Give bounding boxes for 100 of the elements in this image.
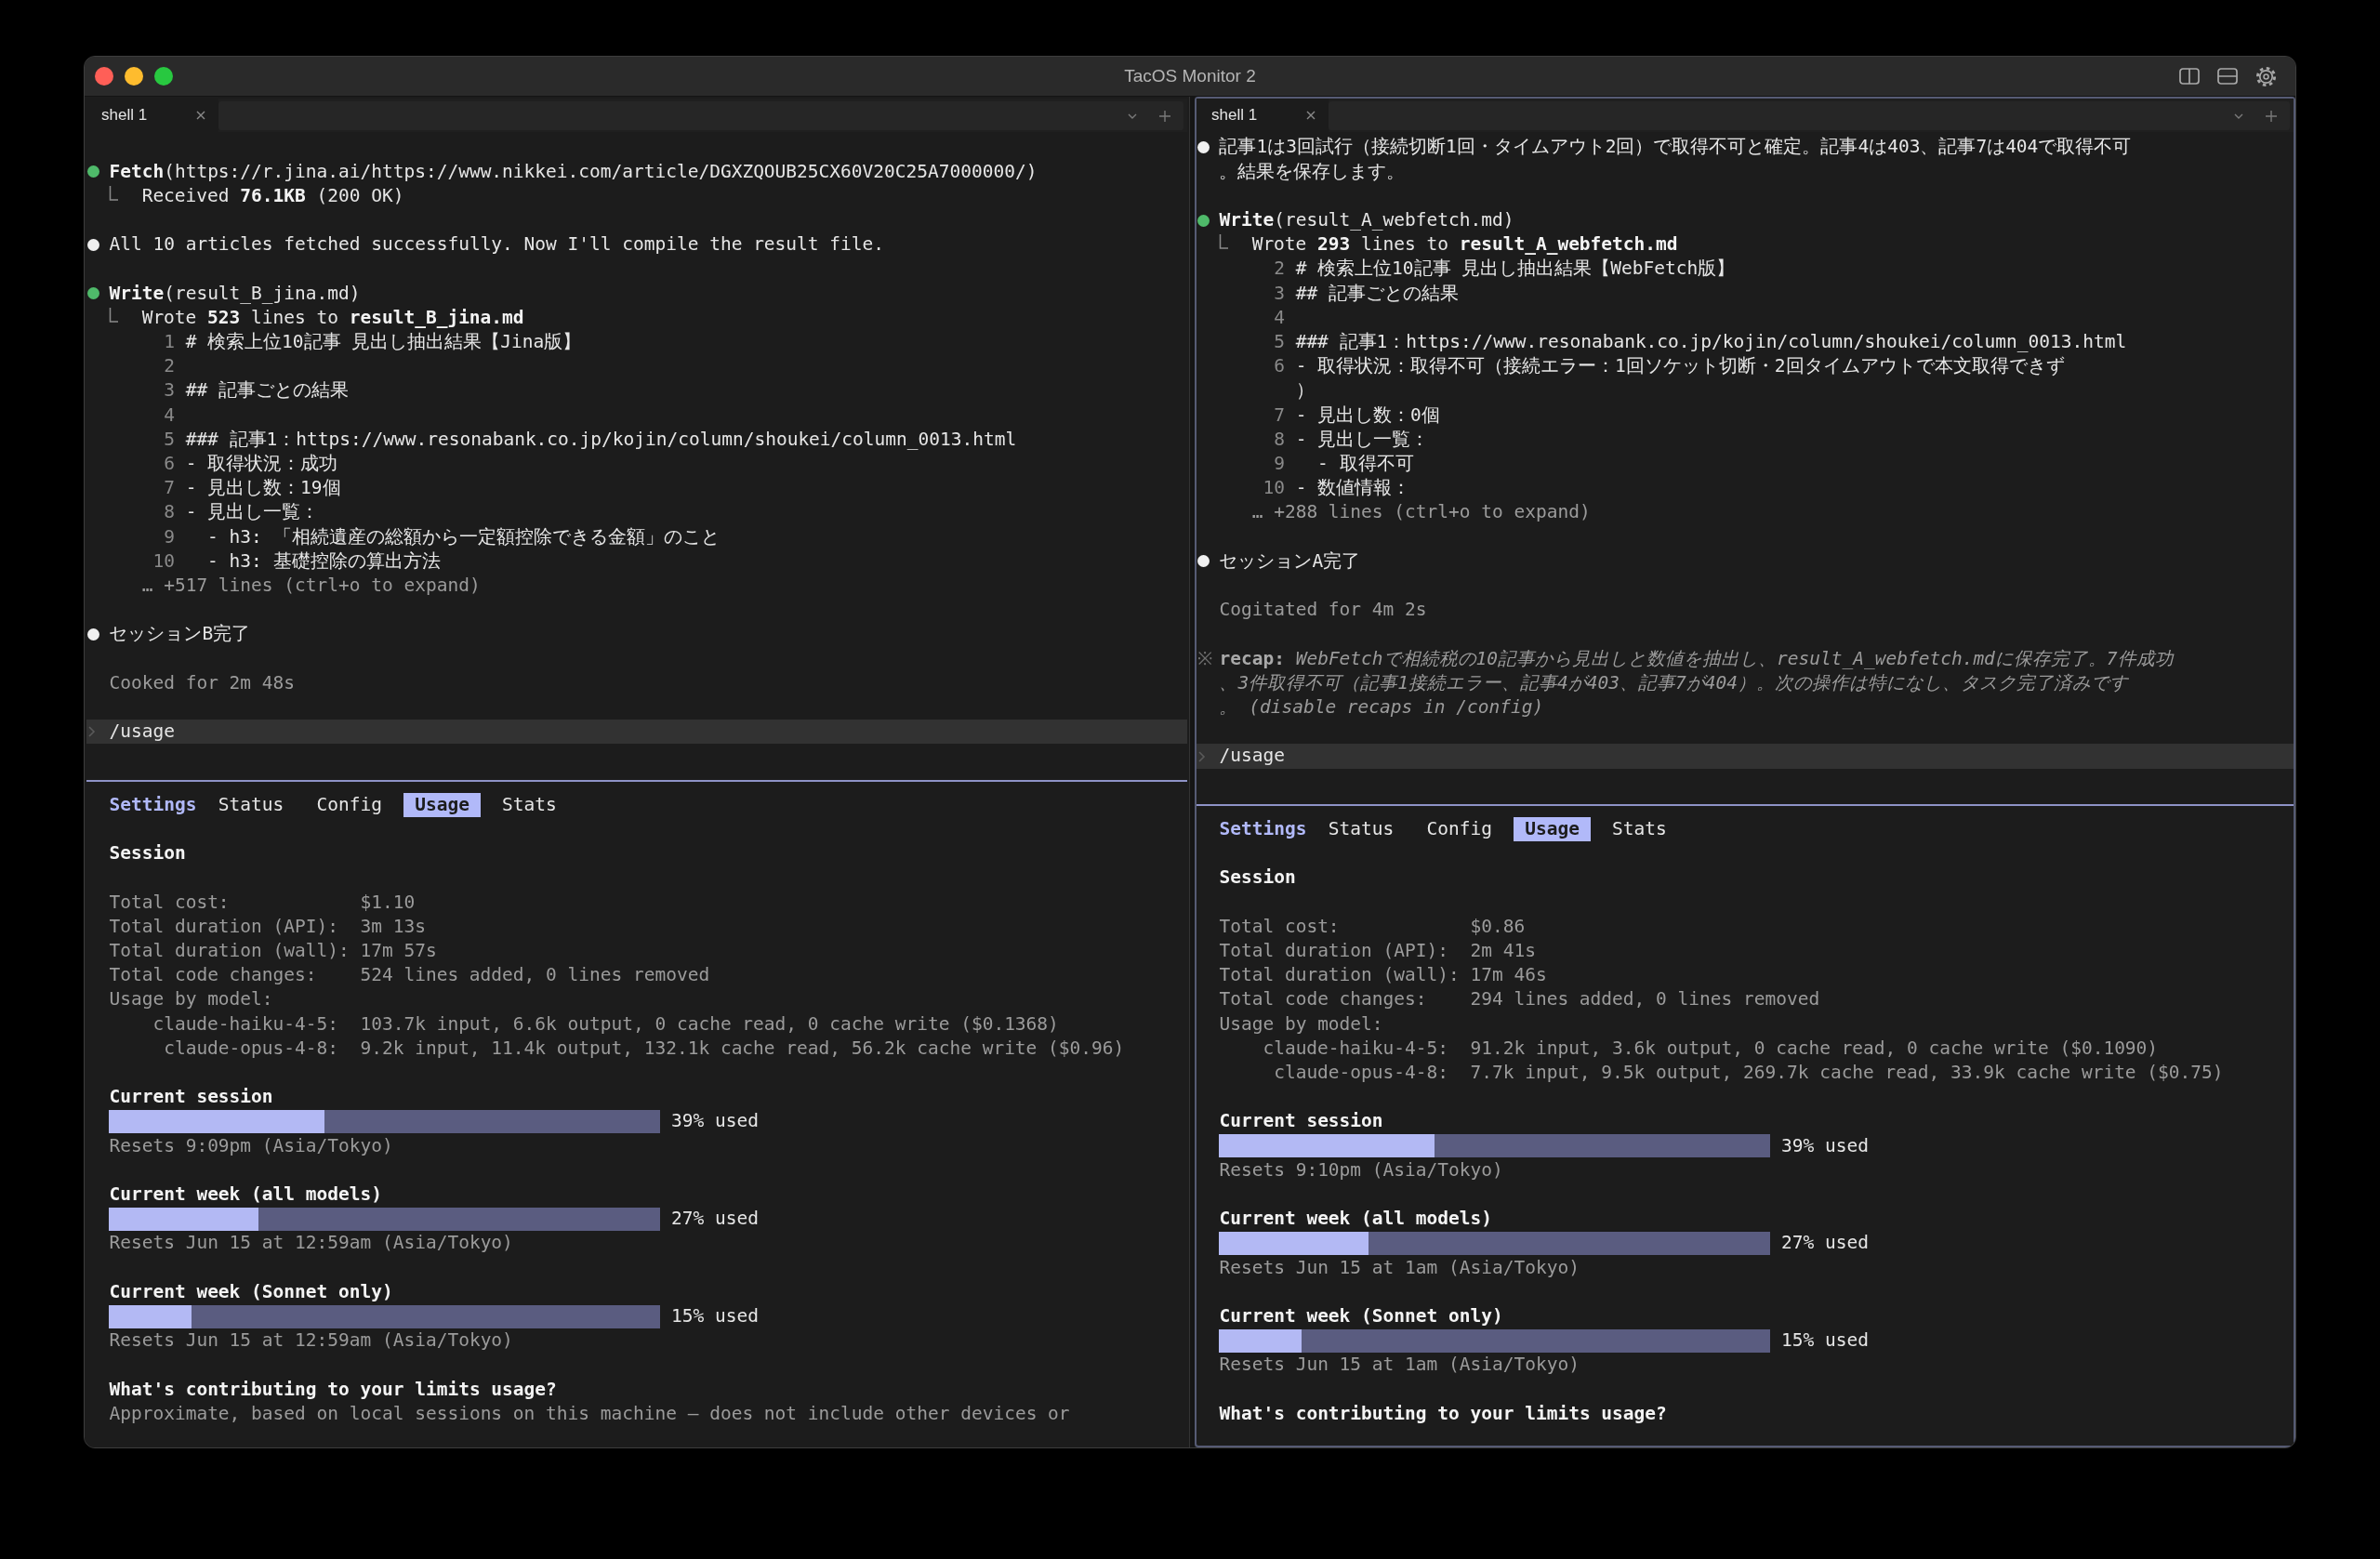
prompt-input[interactable]: /usage — [1197, 744, 2294, 769]
chevron-down-icon[interactable] — [2234, 112, 2243, 119]
model-name: claude-haiku-4-5: — [152, 1011, 338, 1037]
line-number: 2 — [1274, 257, 1285, 282]
status-text: Cooked for 2m 48s — [109, 670, 296, 695]
limit-title: Current week (all models) — [1219, 1207, 1492, 1232]
stat-value: 2m 41s — [1470, 939, 1536, 963]
line-number: 6 — [164, 452, 175, 477]
limit-title: Current week (Sonnet only) — [109, 1279, 393, 1304]
contributions-note: Approximate, based on local sessions on this machine — does not include other devices or — [109, 1401, 1070, 1426]
code-line: - h3: 基礎控除の算出方法 — [206, 548, 441, 574]
tool-call: Fetch(https://r.jina.ai/https://www.nikkei.com/article/DGXZQOUB25CX60V20C25A7000000/) — [109, 159, 1038, 184]
tool-result: Received 76.1KB (200 OK) — [141, 183, 404, 208]
code-line: ### 記事1：https://www.resonabank.co.jp/kojin/column/shoukei/column_0013.html — [185, 427, 1017, 452]
settings-tab[interactable]: Usage — [1514, 817, 1591, 842]
collapsed-lines-note: … +517 lines (ctrl+o to expand) — [141, 574, 481, 599]
section-title: Session — [109, 841, 186, 866]
settings-tab[interactable]: Stats — [1601, 817, 1678, 842]
code-line: - 取得状況：成功 — [185, 452, 338, 477]
line-number: 7 — [164, 476, 175, 501]
stat-value: 17m 57s — [360, 939, 437, 963]
settings-tab[interactable]: Status — [207, 792, 296, 817]
line-number: 4 — [164, 403, 175, 428]
settings-tab[interactable]: Config — [305, 792, 393, 817]
zoom-window-icon[interactable] — [154, 67, 173, 86]
code-line: # 検索上位10記事 見出し抽出結果【WebFetch版】 — [1295, 257, 1736, 282]
settings-tab[interactable]: Status — [1317, 817, 1406, 842]
code-line: ## 記事ごとの結果 — [185, 378, 349, 403]
prompt-input[interactable]: /usage — [86, 720, 1187, 745]
model-name: claude-haiku-4-5: — [1263, 1036, 1448, 1061]
stat-value: $0.86 — [1470, 914, 1526, 939]
usage-reading: 27% used — [671, 1207, 759, 1232]
reset-time: Resets Jun 15 at 12:59am (Asia/Tokyo) — [109, 1328, 513, 1354]
code-line: - 見出し数：0個 — [1295, 403, 1440, 428]
settings-tab[interactable]: Usage — [403, 792, 481, 817]
code-line: # 検索上位10記事 見出し抽出結果【Jina版】 — [185, 330, 582, 355]
code-line: - 取得不可 — [1316, 452, 1414, 477]
line-number: 5 — [1274, 330, 1285, 355]
line-number: 8 — [164, 500, 175, 525]
assistant-message: セッションA完了 — [1219, 548, 1361, 574]
stat-label: Total duration (API): — [109, 914, 338, 939]
close-window-icon[interactable] — [95, 67, 113, 86]
limit-title: Current week (all models) — [109, 1182, 382, 1207]
assistant-message: セッションB完了 — [109, 622, 251, 647]
line-number: 3 — [164, 378, 175, 403]
line-number: 4 — [1274, 305, 1285, 330]
code-line: ## 記事ごとの結果 — [1295, 281, 1459, 306]
line-number: 5 — [164, 427, 175, 452]
plus-icon[interactable] — [2266, 110, 2277, 122]
usage-reading: 39% used — [671, 1109, 759, 1134]
settings-tab[interactable]: Stats — [491, 792, 568, 817]
chevron-down-icon[interactable] — [1128, 112, 1137, 119]
code-line: - 数値情報： — [1295, 476, 1411, 501]
code-line: - 見出し数：19個 — [185, 476, 341, 501]
status-dot-icon — [87, 287, 99, 300]
line-number: 10 — [152, 548, 175, 574]
line-number: 7 — [1274, 403, 1285, 428]
usage-reading: 27% used — [1781, 1231, 1869, 1256]
reset-time: Resets Jun 15 at 1am (Asia/Tokyo) — [1219, 1353, 1580, 1378]
status-dot-icon — [1197, 214, 1210, 227]
limit-title: Current session — [1219, 1109, 1383, 1134]
reset-time: Resets 9:09pm (Asia/Tokyo) — [109, 1133, 393, 1158]
contributions-title: What's contributing to your limits usage? — [109, 1377, 557, 1402]
settings-title: Settings — [1219, 817, 1307, 841]
stat-value: 294 lines added, 0 lines removed — [1470, 987, 1820, 1012]
tree-branch-icon — [109, 185, 119, 201]
model-usage: 7.7k input, 9.5k output, 269.7k cache read, 33.9k cache write ($0.75) — [1470, 1061, 2224, 1085]
settings-icon[interactable] — [2255, 65, 2277, 87]
close-tab-icon[interactable] — [1306, 111, 1316, 120]
split-horizontal-icon[interactable] — [2217, 68, 2238, 85]
tool-result: Wrote 523 lines to result_B_jina.md — [141, 305, 524, 330]
window-title: TacOS Monitor 2 — [1124, 66, 1256, 86]
usage-reading: 15% used — [1781, 1328, 1869, 1354]
split-vertical-icon[interactable] — [2179, 68, 2200, 85]
stat-label: Usage by model: — [109, 987, 273, 1012]
line-number: 8 — [1274, 427, 1285, 452]
code-line: ### 記事1：https://www.resonabank.co.jp/kojin/column/shoukei/column_0013.html — [1295, 330, 2127, 355]
line-number: 9 — [1274, 452, 1285, 477]
plus-icon[interactable] — [1159, 110, 1170, 122]
model-name: claude-opus-4-8: — [1274, 1061, 1448, 1085]
model-name: claude-opus-4-8: — [164, 1036, 338, 1061]
limit-title: Current week (Sonnet only) — [1219, 1304, 1503, 1328]
status-dot-icon — [1197, 141, 1210, 154]
tool-result: Wrote 293 lines to result_A_webfetch.md — [1251, 232, 1678, 258]
code-line: - 見出し一覧： — [1295, 427, 1430, 452]
reset-time: Resets 9:10pm (Asia/Tokyo) — [1219, 1157, 1503, 1182]
stat-label: Total duration (wall): — [109, 939, 350, 963]
status-dot-icon — [1197, 555, 1210, 568]
status-dot-icon — [87, 628, 99, 641]
stat-value: $1.10 — [360, 890, 416, 915]
model-usage: 9.2k input, 11.4k output, 132.1k cache read, 56.2k cache write ($0.96) — [360, 1036, 1125, 1061]
close-tab-icon[interactable] — [196, 111, 205, 120]
tree-branch-icon — [1219, 234, 1229, 250]
stat-label: Total cost: — [1219, 914, 1340, 939]
reset-time: Resets Jun 15 at 12:59am (Asia/Tokyo) — [109, 1231, 513, 1256]
reference-mark-icon: ※ — [1197, 646, 1212, 671]
tool-call: Write(result_B_jina.md) — [109, 281, 361, 306]
status-text: Cogitated for 4m 2s — [1219, 598, 1427, 623]
minimize-window-icon[interactable] — [125, 67, 143, 86]
settings-tab[interactable]: Config — [1415, 817, 1503, 842]
